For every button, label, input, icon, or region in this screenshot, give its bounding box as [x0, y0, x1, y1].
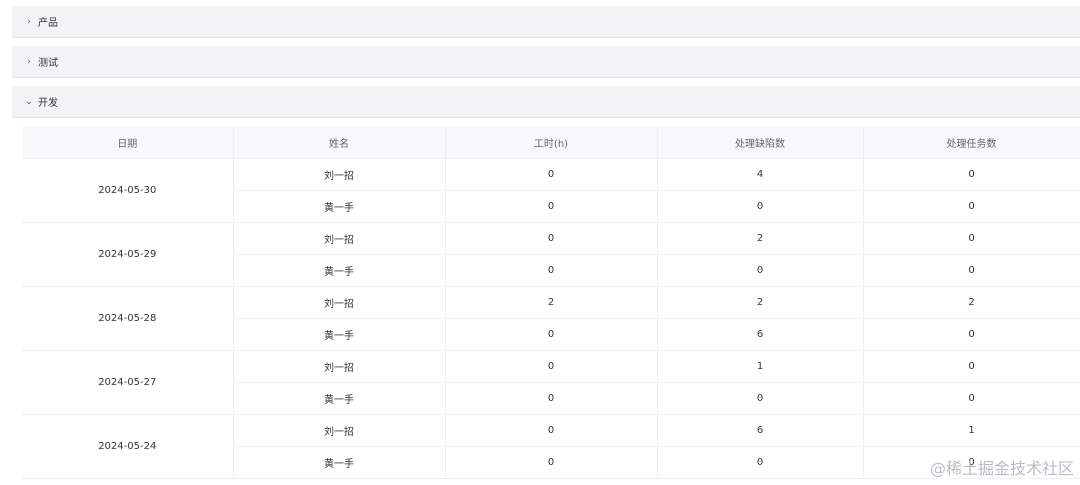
date-cell: 2024-05-30 [22, 158, 234, 223]
hours-cell: 2 [445, 286, 658, 319]
name-cell: 黄一手 [233, 190, 446, 223]
hours-cell: 0 [445, 414, 658, 447]
hours-cell: 0 [445, 254, 658, 287]
table-row: 2024-05-29 刘一招 0 2 0 [22, 222, 1080, 287]
watermark: @稀土掘金技术社区 [929, 459, 1074, 478]
defects-cell: 0 [657, 190, 864, 223]
name-cell: 刘一招 [233, 350, 446, 383]
name-cell: 刘一招 [233, 414, 446, 447]
column-header-tasks[interactable]: 处理任务数 [863, 127, 1080, 159]
panel-header-products[interactable]: › 产品 [12, 6, 1080, 38]
tasks-cell: 0 [863, 350, 1080, 383]
chevron-down-icon: ⌄ [25, 96, 33, 107]
name-cell: 黄一手 [233, 382, 446, 415]
tasks-cell: 0 [863, 318, 1080, 351]
name-cell: 黄一手 [233, 318, 446, 351]
defects-cell: 0 [657, 382, 864, 415]
defects-cell: 6 [657, 318, 864, 351]
hours-cell: 0 [445, 446, 658, 479]
hours-cell: 0 [445, 190, 658, 223]
name-cell: 刘一招 [233, 286, 446, 319]
defects-cell: 0 [657, 254, 864, 287]
panel-title-development: 开发 [38, 98, 58, 109]
date-cell: 2024-05-24 [22, 414, 234, 479]
column-header-date[interactable]: 日期 [22, 127, 234, 159]
date-cell: 2024-05-29 [22, 222, 234, 287]
date-cell: 2024-05-27 [22, 350, 234, 415]
table-row: 2024-05-28 刘一招 2 2 2 [22, 286, 1080, 351]
hours-cell: 0 [445, 350, 658, 383]
defects-cell: 0 [657, 446, 864, 479]
table-header-row: 日期 姓名 工时(h) 处理缺陷数 处理任务数 [22, 127, 1080, 159]
table-row: 2024-05-24 刘一招 0 6 1 [22, 414, 1080, 479]
hours-cell: 0 [445, 318, 658, 351]
chevron-right-icon: › [27, 56, 31, 67]
tasks-cell: 1 [863, 414, 1080, 447]
panel-header-testing[interactable]: › 测试 [12, 46, 1080, 78]
table-row: 2024-05-30 刘一招 0 4 0 [22, 158, 1080, 223]
column-header-hours[interactable]: 工时(h) [445, 127, 658, 159]
name-cell: 刘一招 [233, 158, 446, 191]
table-row: 2024-05-27 刘一招 0 1 0 [22, 350, 1080, 415]
defects-cell: 2 [657, 286, 864, 319]
panel-title-testing: 测试 [38, 58, 58, 69]
panel-title-products: 产品 [38, 18, 58, 29]
column-header-defects[interactable]: 处理缺陷数 [657, 127, 864, 159]
date-cell: 2024-05-28 [22, 286, 234, 351]
column-header-name[interactable]: 姓名 [233, 127, 446, 159]
tasks-cell: 0 [863, 222, 1080, 255]
name-cell: 黄一手 [233, 446, 446, 479]
name-cell: 黄一手 [233, 254, 446, 287]
tasks-cell: 0 [863, 158, 1080, 191]
tasks-cell: 2 [863, 286, 1080, 319]
tasks-cell: 0 [863, 382, 1080, 415]
name-cell: 刘一招 [233, 222, 446, 255]
defects-cell: 2 [657, 222, 864, 255]
defects-cell: 4 [657, 158, 864, 191]
hours-cell: 0 [445, 382, 658, 415]
development-stats-table: 日期 姓名 工时(h) 处理缺陷数 处理任务数 2024-05-30 刘一招 0… [22, 127, 1080, 479]
hours-cell: 0 [445, 158, 658, 191]
panel-header-development[interactable]: ⌄ 开发 [12, 86, 1080, 118]
hours-cell: 0 [445, 222, 658, 255]
defects-cell: 6 [657, 414, 864, 447]
tasks-cell: 0 [863, 254, 1080, 287]
tasks-cell: 0 [863, 190, 1080, 223]
defects-cell: 1 [657, 350, 864, 383]
chevron-right-icon: › [27, 16, 31, 27]
